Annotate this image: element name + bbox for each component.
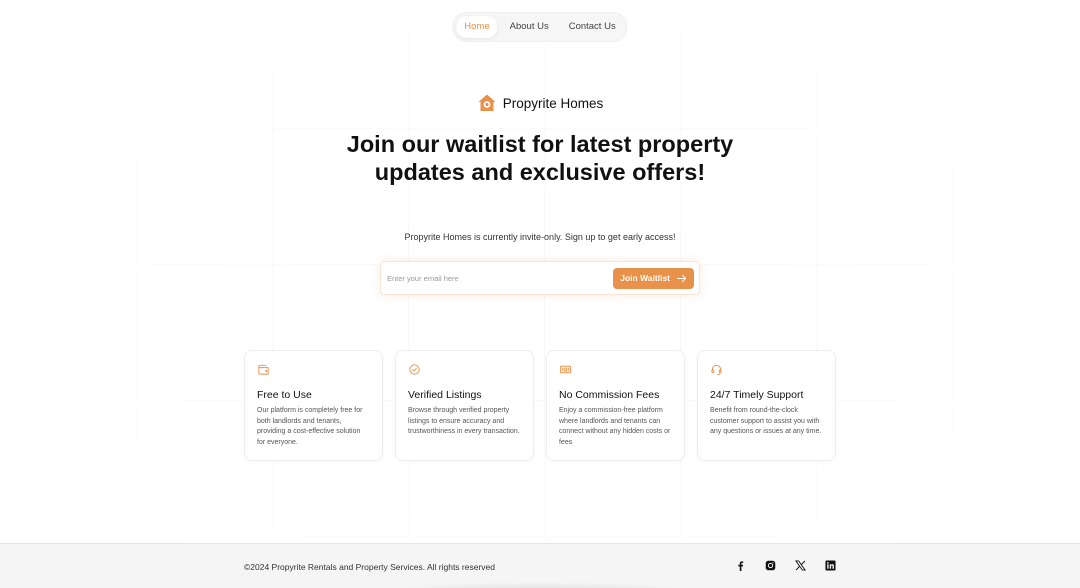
feature-card-verified: Verified Listings Browse through verifie… [395, 350, 534, 461]
feature-title: No Commission Fees [559, 389, 660, 401]
social-links [735, 560, 836, 571]
footer: ©2024 Propyrite Rentals and Property Ser… [0, 543, 1080, 588]
feature-title: 24/7 Timely Support [710, 389, 804, 401]
top-nav: Home About Us Contact Us [452, 12, 628, 42]
join-waitlist-button[interactable]: Join Waitlist [613, 267, 694, 289]
feature-description: Benefit from round-the-clock customer su… [710, 407, 822, 435]
hero-title: Join our waitlist for latest property up… [346, 131, 734, 185]
arrow-right-icon [676, 274, 687, 282]
instagram-icon[interactable] [765, 560, 776, 571]
nav-home[interactable]: Home [456, 16, 498, 38]
house-logo-icon [478, 94, 496, 111]
feature-description: Enjoy a commission-free platform where l… [559, 407, 671, 446]
features: Free to Use Our platform is completely f… [244, 350, 836, 461]
copyright-text: ©2024 Propyrite Rentals and Property Ser… [244, 562, 495, 572]
email-input[interactable] [387, 273, 614, 283]
cash-icon [559, 365, 572, 374]
brand: Propyrite Homes [0, 93, 1080, 113]
join-waitlist-label: Join Waitlist [620, 273, 670, 283]
waitlist-form: Join Waitlist [380, 261, 700, 295]
feature-description: Browse through verified property listing… [408, 407, 520, 435]
nav-contact-us[interactable]: Contact Us [561, 16, 624, 38]
x-icon[interactable] [795, 560, 806, 571]
wallet-icon [258, 364, 269, 375]
feature-title: Free to Use [257, 389, 312, 401]
brand-name: Propyrite Homes [502, 95, 604, 111]
feature-description: Our platform is completely free for both… [257, 407, 363, 446]
feature-card-free: Free to Use Our platform is completely f… [244, 350, 383, 461]
headset-icon [711, 364, 722, 375]
footer-shadow [390, 582, 690, 588]
nav-about-us[interactable]: About Us [502, 16, 557, 38]
feature-title: Verified Listings [408, 389, 482, 401]
feature-card-support: 24/7 Timely Support Benefit from round-t… [697, 350, 836, 461]
linkedin-icon[interactable] [825, 560, 836, 571]
hero-subtitle: Propyrite Homes is currently invite-only… [404, 232, 676, 242]
feature-card-no-commission: No Commission Fees Enjoy a commission-fr… [546, 350, 685, 461]
check-circle-icon [409, 364, 420, 375]
facebook-icon[interactable] [735, 560, 746, 571]
